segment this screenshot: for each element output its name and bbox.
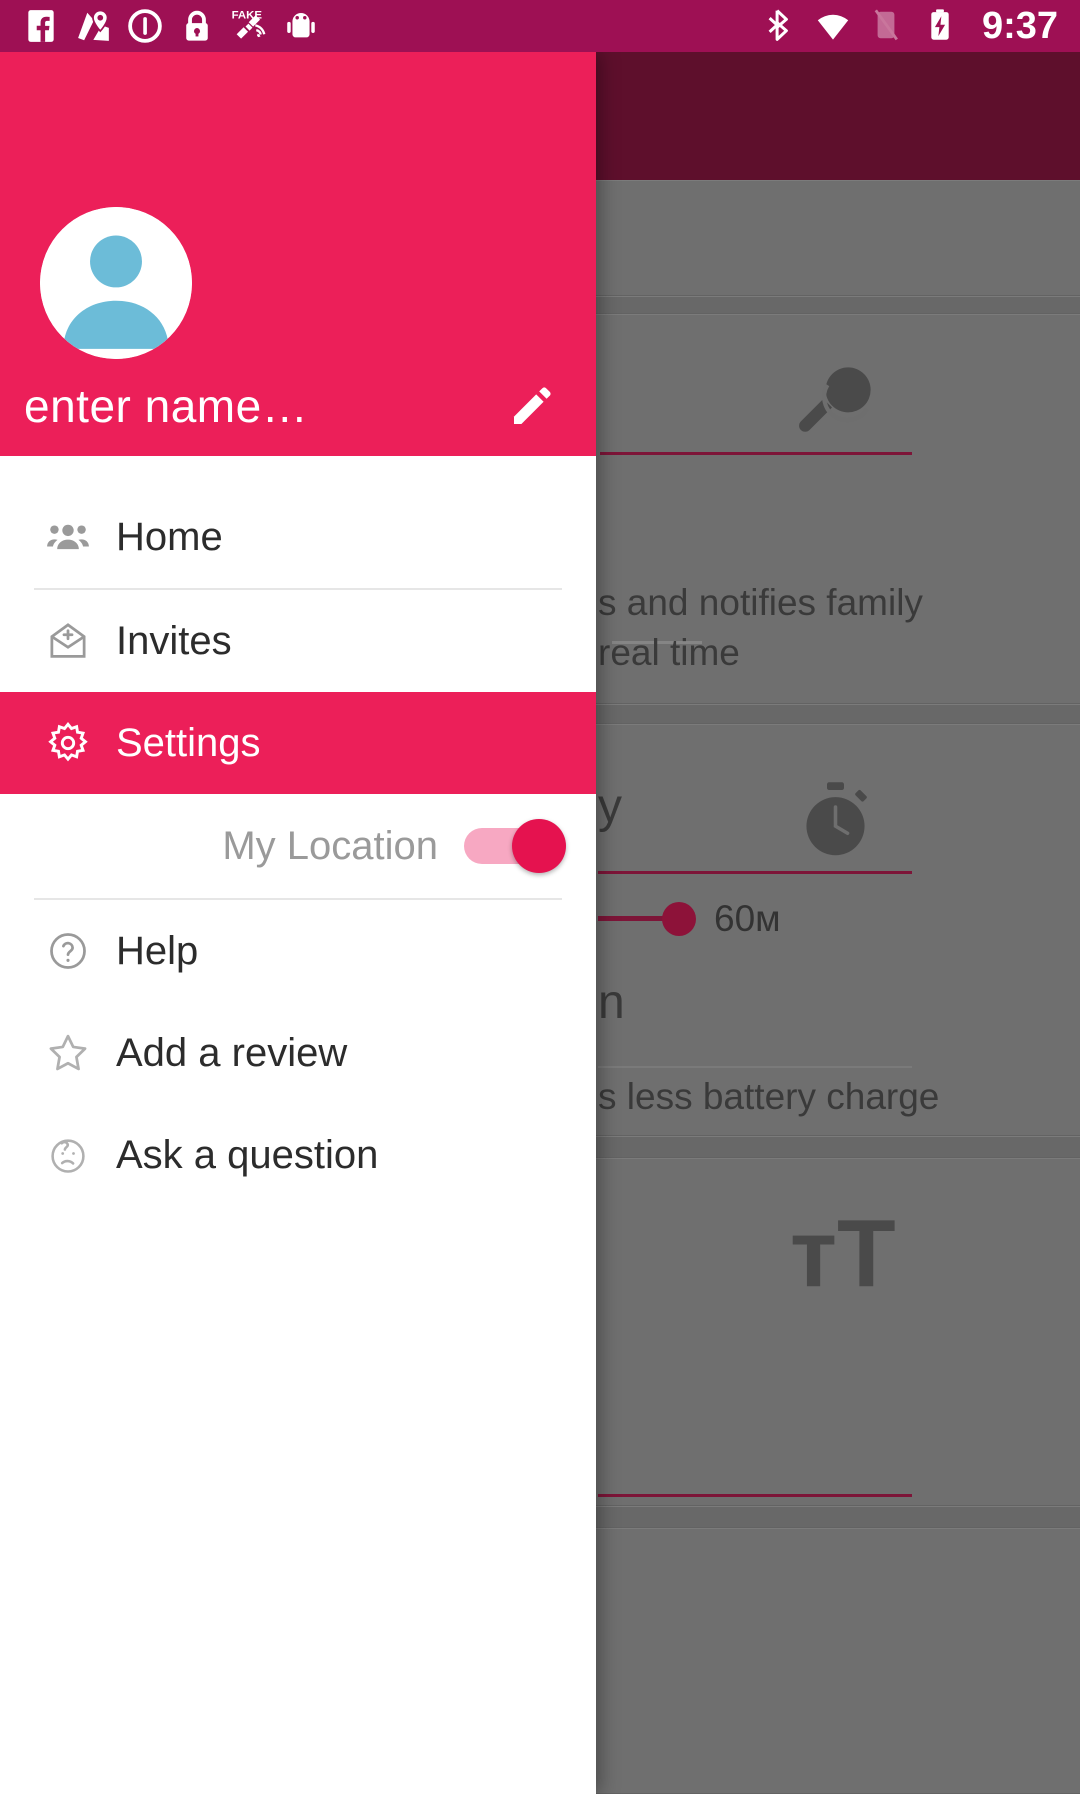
status-bar-right-icons: 9:37 — [760, 5, 1080, 48]
background-thin-divider-1 — [598, 1066, 912, 1068]
sidebar-item-label: Home — [116, 514, 223, 559]
drawer-menu: Home Invites Settings My Location Help A… — [0, 456, 596, 1206]
star-outline-icon — [44, 1029, 92, 1077]
question-circle-icon — [44, 927, 92, 975]
stopwatch-icon — [793, 778, 878, 863]
sidebar-item-label: Invites — [116, 618, 232, 663]
navigation-drawer: enter name… Home Invites Settings My Loc… — [0, 52, 596, 1794]
pencil-edit-icon[interactable] — [504, 378, 560, 434]
android-robot-icon — [282, 7, 320, 45]
sidebar-item-invites[interactable]: Invites — [0, 590, 596, 692]
text-size-glyph: тT — [790, 1200, 896, 1307]
info-circle-icon — [126, 7, 164, 45]
background-slider-thumb — [662, 902, 696, 936]
background-text-privacy-partial: y — [598, 780, 622, 833]
sidebar-item-label: Help — [116, 928, 199, 973]
confused-face-icon — [44, 1131, 92, 1179]
bluetooth-icon — [760, 7, 798, 45]
rattle-toy-icon — [790, 358, 880, 448]
background-accent-line-3 — [598, 1494, 912, 1497]
text-size-icon: тT — [790, 1206, 896, 1302]
status-bar-clock: 9:37 — [981, 4, 1058, 47]
gear-icon — [44, 719, 92, 767]
no-sim-icon — [868, 7, 906, 45]
people-group-icon — [44, 513, 92, 561]
sidebar-item-help[interactable]: Help — [0, 900, 596, 1002]
profile-name-row[interactable]: enter name… — [0, 356, 596, 456]
status-bar-left-icons: FAKE — [0, 7, 320, 45]
sidebar-item-home[interactable]: Home — [0, 486, 596, 588]
sidebar-item-add-review[interactable]: Add a review — [0, 1002, 596, 1104]
my-location-label: My Location — [222, 823, 438, 868]
status-bar: FAKE 9:37 — [0, 0, 1080, 52]
my-location-toggle[interactable] — [464, 819, 566, 873]
toggle-knob[interactable] — [512, 819, 566, 873]
facebook-icon — [22, 7, 60, 45]
background-slider-value: 60м — [714, 898, 781, 939]
fake-gps-satellite-icon: FAKE — [230, 7, 268, 45]
sidebar-item-settings[interactable]: Settings — [0, 692, 596, 794]
envelope-add-icon — [44, 617, 92, 665]
my-location-row[interactable]: My Location — [0, 794, 596, 898]
battery-charging-icon — [922, 7, 960, 45]
avatar[interactable] — [40, 207, 192, 359]
maps-location-icon — [74, 7, 112, 45]
sidebar-item-label: Ask a question — [116, 1132, 379, 1177]
background-text-notify-line2: real time — [598, 632, 740, 673]
background-text-battery-line: s less battery charge — [598, 1076, 940, 1117]
profile-name[interactable]: enter name… — [24, 379, 308, 433]
sidebar-item-label: Add a review — [116, 1030, 348, 1075]
background-accent-line-1 — [600, 452, 912, 455]
background-text-section-partial: n — [598, 976, 625, 1029]
background-text-notify-line1: s and notifies family — [598, 582, 923, 623]
sidebar-item-label: Settings — [116, 720, 261, 765]
menu-top-gap — [0, 456, 596, 486]
wifi-icon — [814, 7, 852, 45]
sidebar-item-ask-question[interactable]: Ask a question — [0, 1104, 596, 1206]
lock-icon — [178, 7, 216, 45]
drawer-header: enter name… — [0, 52, 596, 456]
background-accent-line-2 — [598, 871, 912, 874]
